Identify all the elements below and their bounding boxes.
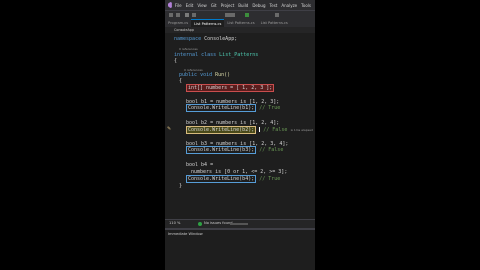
menu-project[interactable]: Project [221, 3, 235, 8]
code-line-brace-open: { [174, 58, 178, 64]
menu-build[interactable]: Build [238, 3, 248, 8]
editor-status-bar: 110 % No issues found [165, 219, 315, 228]
code-line-writeline-b4: Console.WriteLine(b4); // True [186, 175, 281, 183]
panel-divider [165, 229, 315, 230]
menu-tools[interactable]: Tools [301, 3, 311, 8]
immediate-window-title[interactable]: Immediate Window [168, 232, 203, 236]
tab-list-patterns-active[interactable]: List Patterns.cs [191, 19, 225, 27]
edit-pencil-icon[interactable]: ✎ [167, 127, 172, 132]
code-line-b4: bool b4 = [186, 162, 214, 168]
config-dropdown[interactable] [225, 13, 235, 17]
project-dropdown[interactable]: ConsoleApp [174, 28, 194, 32]
text-caret [259, 127, 261, 132]
code-line-namespace: namespace ConsoleApp; [174, 36, 238, 42]
immediate-window-panel: Immediate Window [165, 228, 315, 270]
code-line-class: internal class List_Patterns [174, 52, 259, 58]
settings-icon[interactable] [275, 13, 279, 17]
menu-analyze[interactable]: Analyze [281, 3, 297, 8]
code-line-method: public void Run() [179, 72, 231, 78]
menu-test[interactable]: Test [269, 3, 277, 8]
horizontal-scrollbar[interactable] [230, 223, 248, 225]
zoom-level[interactable]: 110 % [169, 221, 180, 225]
issues-status[interactable]: No issues found [204, 221, 233, 225]
menu-git[interactable]: Git [211, 3, 217, 8]
breakpoint-highlight[interactable]: int[] numbers = [ 1, 2, 3 ]; [186, 84, 275, 92]
code-line-brace-open-2: { [179, 78, 183, 84]
back-icon[interactable] [169, 13, 173, 17]
tab-list-patterns-3[interactable]: List Patterns.cs [258, 19, 291, 27]
menu-edit[interactable]: Edit [186, 3, 194, 8]
document-tabs: Program.cs List Patterns.cs List Pattern… [165, 19, 315, 27]
visual-studio-logo-icon [168, 2, 172, 8]
code-line-writeline-b2: Console.WriteLine(b2); // False ≤ 1ms el… [186, 126, 313, 134]
current-statement-highlight[interactable]: Console.WriteLine(b2); [186, 126, 257, 134]
save-icon[interactable] [192, 13, 196, 17]
screenshot: { "menu": { "items": ["File", "Edit", "V… [0, 0, 480, 270]
run-icon[interactable] [245, 13, 249, 17]
forward-icon[interactable] [176, 13, 180, 17]
visual-studio-window: File Edit View Git Project Build Debug T… [165, 0, 315, 270]
menu-file[interactable]: File [175, 3, 182, 8]
toolbar [165, 10, 315, 19]
code-line-brace-close: } [179, 183, 183, 189]
menu-bar: File Edit View Git Project Build Debug T… [165, 0, 315, 10]
code-editor[interactable]: namespace ConsoleApp; 0 references inter… [165, 33, 315, 219]
elapsed-time-hint: ≤ 1ms elapsed [290, 128, 313, 132]
code-line-writeline-b3: Console.WriteLine(b3); // False [186, 146, 284, 154]
menu-debug[interactable]: Debug [252, 3, 265, 8]
new-file-icon[interactable] [185, 13, 189, 17]
code-line-writeline-b1: Console.WriteLine(b1); // True [186, 104, 281, 112]
tab-program[interactable]: Program.cs [165, 19, 191, 27]
menu-view[interactable]: View [197, 3, 207, 8]
check-circle-icon [198, 222, 202, 226]
code-line-numbers: int[] numbers = [ 1, 2, 3 ]; [186, 84, 275, 92]
tab-list-patterns-2[interactable]: List Patterns.cs [224, 19, 257, 27]
